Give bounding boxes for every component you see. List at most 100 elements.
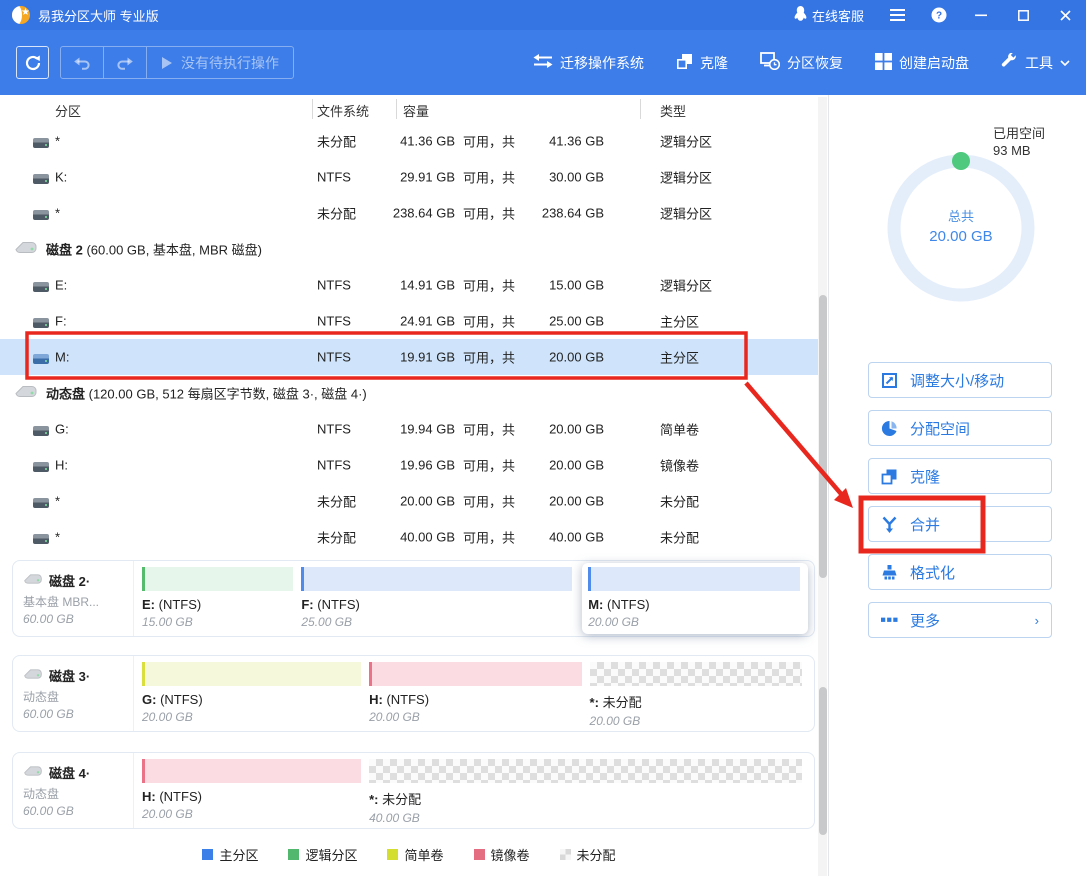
legend-item: 主分区 [202, 845, 258, 864]
disk-name: 磁盘 2· [49, 571, 90, 590]
online-service-button[interactable]: 在线客服 [794, 6, 864, 25]
redo-button[interactable] [104, 47, 146, 78]
filesystem-value: NTFS [317, 422, 351, 437]
partition-size: 15.00 GB [142, 615, 293, 629]
partition-row[interactable]: *未分配41.36 GB可用，共41.36 GB逻辑分区 [0, 123, 818, 159]
partition-size: 20.00 GB [142, 807, 361, 821]
capacity-free: 20.00 GB [365, 494, 455, 509]
partition-row[interactable]: M:NTFS19.91 GB可用，共20.00 GB主分区 [0, 339, 818, 375]
disk-map-partition[interactable]: M: (NTFS)20.00 GB [582, 563, 808, 634]
drive-icon [33, 174, 49, 184]
execute-operations-button[interactable]: 没有待执行操作 [147, 53, 293, 73]
legend-swatch [288, 849, 299, 860]
filesystem-value: NTFS [317, 458, 351, 473]
drive-icon [33, 534, 49, 544]
partition-row[interactable]: *未分配238.64 GB可用，共238.64 GB逻辑分区 [0, 195, 818, 231]
capacity-total: 238.64 GB [520, 206, 604, 221]
clone-icon [676, 53, 693, 73]
disk-group-row[interactable]: 动态盘 (120.00 GB, 512 每扇区字节数, 磁盘 3·, 磁盘 4·… [0, 375, 818, 411]
toolbar-actions: 迁移操作系统 克隆 分区恢复 创建启动盘 工具 [533, 52, 1070, 73]
disk-map-partition[interactable]: *: 未分配40.00 GB [367, 757, 808, 828]
disk-group-row[interactable]: 磁盘 2 (60.00 GB, 基本盘, MBR 磁盘) [0, 231, 818, 267]
disk-map-partition[interactable]: *: 未分配20.00 GB [588, 660, 808, 731]
filesystem-value: NTFS [317, 350, 351, 365]
refresh-button[interactable] [16, 46, 49, 79]
maximize-button[interactable] [1014, 6, 1032, 24]
partition-recovery-button[interactable]: 分区恢复 [760, 52, 843, 73]
partition-row[interactable]: K:NTFS29.91 GB可用，共30.00 GB逻辑分区 [0, 159, 818, 195]
legend-swatch [202, 849, 213, 860]
capacity-separator: 可用，共 [463, 420, 515, 439]
partition-type: 镜像卷 [660, 456, 699, 475]
operation-list-icon[interactable] [888, 6, 906, 24]
more-button[interactable]: 更多› [868, 602, 1052, 638]
minimize-button[interactable] [972, 6, 990, 24]
format-button[interactable]: 格式化 [868, 554, 1052, 590]
capacity-free: 41.36 GB [365, 134, 455, 149]
disk-map-partition[interactable]: E: (NTFS)15.00 GB [140, 565, 299, 636]
app-logo-icon [12, 6, 30, 24]
disk-map-partition[interactable]: F: (NTFS)25.00 GB [299, 565, 578, 636]
legend-item: 未分配 [560, 845, 616, 864]
partition-type: 逻辑分区 [660, 276, 712, 295]
partition-row[interactable]: *未分配20.00 GB可用，共20.00 GB未分配 [0, 483, 818, 519]
disk-subtitle: 动态盘 [23, 688, 125, 705]
disk-icon [14, 241, 38, 258]
partition-row[interactable]: E:NTFS14.91 GB可用，共15.00 GB逻辑分区 [0, 267, 818, 303]
partition-size: 20.00 GB [590, 714, 802, 728]
partition-row[interactable]: F:NTFS24.91 GB可用，共25.00 GB主分区 [0, 303, 818, 339]
allocate-space-button[interactable]: 分配空间 [868, 410, 1052, 446]
disk-map-partition[interactable]: H: (NTFS)20.00 GB [367, 660, 587, 731]
legend-swatch [560, 849, 571, 860]
chevron-right-icon: › [1035, 613, 1039, 628]
resize-move-button[interactable]: 调整大小/移动 [868, 362, 1052, 398]
partition-name: F: [55, 314, 67, 329]
wrench-icon [1001, 53, 1018, 73]
migrate-os-button[interactable]: 迁移操作系统 [533, 53, 644, 73]
capacity-total: 20.00 GB [520, 422, 604, 437]
table-header: 分区 文件系统 容量 类型 [0, 95, 818, 123]
close-button[interactable] [1056, 6, 1074, 24]
capacity-total: 20.00 GB [520, 458, 604, 473]
disk-size: 60.00 GB [23, 804, 125, 818]
play-icon [161, 56, 173, 70]
clone-blue-icon [881, 468, 898, 485]
filesystem-value: 未分配 [317, 528, 356, 547]
pending-operations-label: 没有待执行操作 [181, 53, 279, 73]
filesystem-value: 未分配 [317, 132, 356, 151]
disk-map-partition[interactable]: H: (NTFS)20.00 GB [140, 757, 367, 828]
drive-icon [33, 318, 49, 328]
online-service-label: 在线客服 [812, 6, 864, 25]
merge-button[interactable]: 合并 [868, 506, 1052, 542]
partition-type: 简单卷 [660, 420, 699, 439]
capacity-separator: 可用，共 [463, 132, 515, 151]
capacity-free: 238.64 GB [365, 206, 455, 221]
help-icon[interactable]: ? [930, 6, 948, 24]
partition-name: H: [55, 458, 68, 473]
create-boot-disk-button[interactable]: 创建启动盘 [875, 53, 969, 73]
partition-name: * [55, 134, 60, 149]
partition-row[interactable]: *未分配40.00 GB可用，共40.00 GB未分配 [0, 519, 818, 555]
partition-bar [142, 567, 293, 591]
partition-name: * [55, 530, 60, 545]
partition-bar [142, 662, 361, 686]
capacity-separator: 可用，共 [463, 204, 515, 223]
table-scrollbar-thumb[interactable] [819, 295, 827, 578]
undo-button[interactable] [61, 47, 103, 78]
app-title: 易我分区大师 专业版 [38, 6, 159, 25]
partition-row[interactable]: G:NTFS19.94 GB可用，共20.00 GB简单卷 [0, 411, 818, 447]
capacity-free: 24.91 GB [365, 314, 455, 329]
capacity-free: 19.96 GB [365, 458, 455, 473]
migrate-os-icon [533, 53, 553, 72]
clone-button[interactable]: 克隆 [868, 458, 1052, 494]
drive-icon [33, 354, 49, 364]
filesystem-value: NTFS [317, 314, 351, 329]
partition-row[interactable]: H:NTFS19.96 GB可用，共20.00 GB镜像卷 [0, 447, 818, 483]
tools-button[interactable]: 工具 [1001, 53, 1070, 73]
partition-type: 未分配 [660, 492, 699, 511]
panels-scrollbar-thumb[interactable] [819, 687, 827, 835]
partition-name: * [55, 494, 60, 509]
disk-map-partition[interactable]: G: (NTFS)20.00 GB [140, 660, 367, 731]
capacity-free: 19.94 GB [365, 422, 455, 437]
clone-button[interactable]: 克隆 [676, 53, 728, 73]
